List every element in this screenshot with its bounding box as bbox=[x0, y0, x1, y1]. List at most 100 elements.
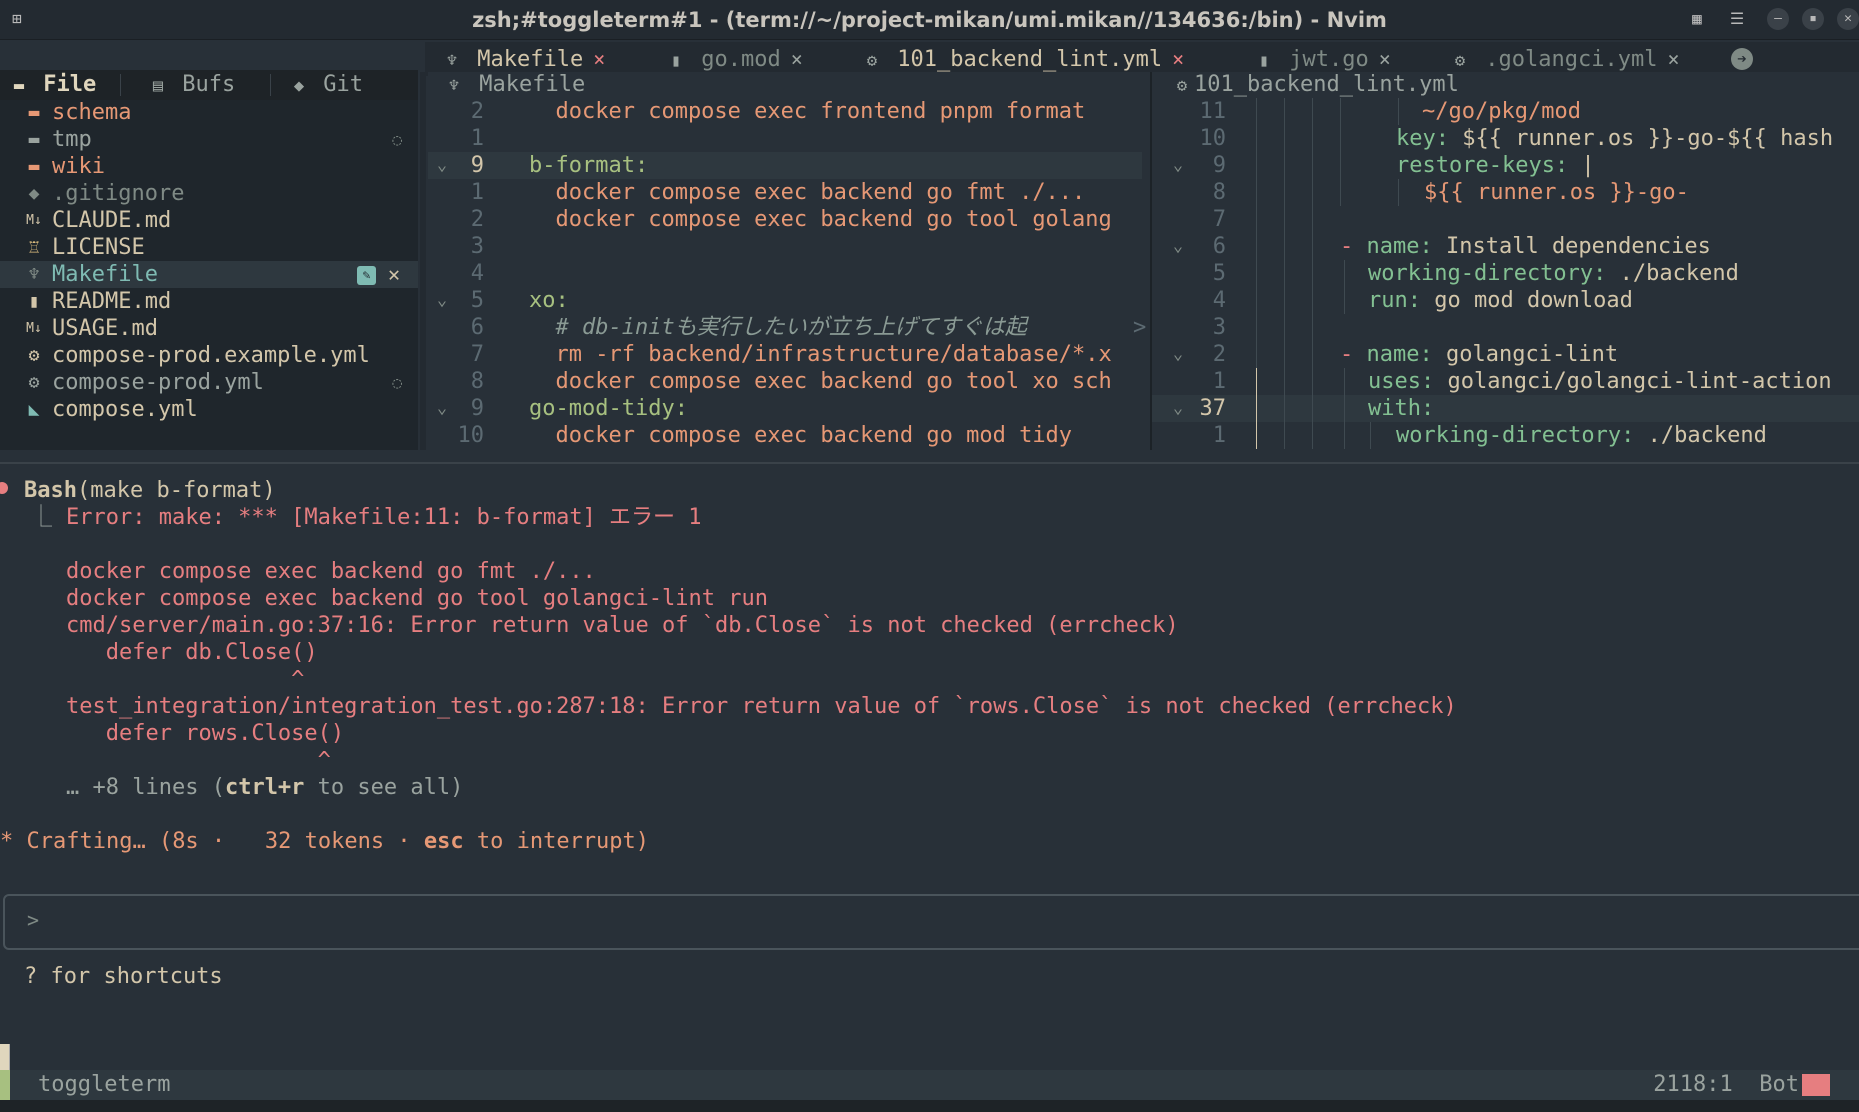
truncation-marker: > bbox=[1133, 315, 1147, 340]
editor-pane-makefile[interactable]: ♆ Makefile 2 docker compose exec fronten… bbox=[428, 72, 1150, 450]
code-line: 6 # db-initも実行したいが立ち上げてすぐは起 > bbox=[470, 315, 1147, 340]
tab-divider bbox=[270, 74, 271, 96]
fold-open-icon[interactable]: ⌄ bbox=[1168, 395, 1188, 422]
git-icon: ◆ bbox=[28, 183, 40, 204]
readme-icon: ▮ bbox=[28, 291, 40, 312]
gear-icon: ⚙ bbox=[1176, 76, 1188, 96]
output-line: test_integration/integration_test.go:287… bbox=[66, 694, 1457, 719]
collapsed-lines-hint[interactable]: … +8 lines (ctrl+r to see all) bbox=[66, 774, 463, 801]
code-line: ⌄ 9 restore-keys: | bbox=[1152, 152, 1859, 179]
file-item-tmp[interactable]: ▬ tmp ◌ bbox=[0, 126, 418, 153]
fold-open-icon[interactable]: ⌄ bbox=[1168, 233, 1188, 260]
code-line: 2 docker compose exec frontend pnpm form… bbox=[470, 99, 1086, 124]
license-icon: ♖ bbox=[28, 237, 40, 258]
minimize-icon[interactable]: – bbox=[1767, 8, 1789, 30]
buffer-icon: ▤ bbox=[152, 76, 164, 96]
file-explorer-sidebar: ▬ File ▤ Bufs ◆ Git ▬ schema ▬ tmp ◌ ▬ w… bbox=[0, 70, 418, 450]
code-line: 1 working-directory: ./backend bbox=[1212, 422, 1767, 449]
statusline-scroll-block bbox=[1802, 1074, 1830, 1096]
output-line: cmd/server/main.go:37:16: Error return v… bbox=[66, 613, 1179, 638]
file-item-compose-prod-example[interactable]: ⚙ compose-prod.example.yml bbox=[0, 342, 418, 369]
maximize-icon[interactable]: ▪ bbox=[1802, 8, 1824, 30]
window-title: zsh;#toggleterm#1 - (term://~/project-mi… bbox=[472, 8, 1387, 32]
output-line: docker compose exec backend go tool gola… bbox=[66, 586, 768, 611]
docker-icon: ◣ bbox=[28, 399, 40, 420]
output-line: defer rows.Close() bbox=[66, 721, 345, 746]
tab-makefile[interactable]: ♆ Makefile × bbox=[440, 42, 605, 76]
code-line: ⌄ 6 - name: Install dependencies bbox=[1152, 233, 1859, 260]
fold-open-icon[interactable]: ⌄ bbox=[1168, 341, 1188, 368]
output-line: ^ bbox=[66, 667, 305, 692]
sidebar-tab-file[interactable]: ▬ File bbox=[8, 70, 96, 100]
file-item-wiki[interactable]: ▬ wiki bbox=[0, 153, 418, 180]
tab-101-backend-lint[interactable]: ⚙ 101_backend_lint.yml × bbox=[860, 42, 1184, 76]
terminal-split-divider[interactable] bbox=[0, 462, 1859, 464]
tab-close-icon[interactable]: × bbox=[1379, 47, 1391, 71]
file-item-compose-prod[interactable]: ⚙ compose-prod.yml ◌ bbox=[0, 369, 418, 396]
code-line: 7 bbox=[1152, 206, 1859, 233]
statusline-position: 2118:1 Bot bbox=[1653, 1072, 1799, 1097]
git-ignored-status-icon: ◌ bbox=[392, 373, 402, 392]
code-line: 2 docker compose exec backend go tool go… bbox=[470, 207, 1112, 232]
code-line-cursor: ⌄ 9 b-format: bbox=[428, 152, 1142, 179]
file-item-makefile[interactable]: ♆ Makefile ✎ ✕ bbox=[0, 261, 418, 288]
git-icon: ◆ bbox=[293, 76, 305, 96]
sidebar-tab-git[interactable]: ◆ Git bbox=[288, 70, 363, 100]
sidebar-separator bbox=[420, 72, 426, 450]
tab-close-icon[interactable]: × bbox=[1172, 47, 1184, 71]
hamburger-menu-icon[interactable]: ☰ bbox=[1728, 10, 1746, 28]
window-titlebar: ⊞ zsh;#toggleterm#1 - (term://~/project-… bbox=[0, 0, 1859, 40]
file-item-gitignore[interactable]: ◆ .gitignore bbox=[0, 180, 418, 207]
folder-icon: ▬ bbox=[28, 156, 40, 177]
file-item-compose-yml[interactable]: ◣ compose.yml bbox=[0, 396, 418, 423]
code-line: 3 bbox=[1152, 314, 1859, 341]
code-line: ⌄ 9 go-mod-tidy: bbox=[428, 395, 1150, 422]
statusline: toggleterm 2118:1 Bot bbox=[0, 1070, 1859, 1100]
tab-golangci-yml[interactable]: ⚙ .golangci.yml × bbox=[1448, 42, 1680, 76]
output-line: ^ bbox=[66, 748, 331, 773]
sidebar-source-tabs: ▬ File ▤ Bufs ◆ Git bbox=[0, 70, 418, 100]
bottom-strip bbox=[0, 1100, 1859, 1112]
code-line: ⌄ 2 - name: golangci-lint bbox=[1152, 341, 1859, 368]
makefile-icon: ♆ bbox=[448, 76, 460, 96]
tab-close-icon[interactable]: × bbox=[791, 47, 803, 71]
mode-indicator bbox=[0, 1070, 10, 1100]
code-line: 7 rm -rf backend/infrastructure/database… bbox=[470, 342, 1112, 367]
prompt-input-box[interactable]: > bbox=[3, 894, 1859, 950]
grid-icon[interactable]: ▦ bbox=[1688, 10, 1706, 28]
folder-icon: ▬ bbox=[13, 76, 25, 96]
tab-close-icon[interactable]: × bbox=[593, 47, 605, 71]
tab-jwt-go[interactable]: ▮ jwt.go × bbox=[1252, 42, 1391, 76]
code-line: 3 bbox=[470, 234, 484, 259]
folder-icon: ▬ bbox=[28, 129, 40, 150]
winbar-makefile: ♆ Makefile bbox=[442, 72, 585, 98]
file-item-license[interactable]: ♖ LICENSE bbox=[0, 234, 418, 261]
markdown-icon: M↓ bbox=[26, 213, 42, 228]
close-window-icon[interactable]: ✕ bbox=[1837, 8, 1859, 30]
prompt-caret: > bbox=[27, 908, 40, 932]
code-line: 4 bbox=[470, 261, 484, 286]
modified-edit-icon: ✎ bbox=[357, 266, 376, 285]
statusline-filetype: toggleterm bbox=[38, 1072, 171, 1097]
fold-open-icon[interactable]: ⌄ bbox=[1168, 152, 1188, 179]
tab-close-icon[interactable]: × bbox=[1667, 47, 1679, 71]
code-line: 10 docker compose exec backend go mod ti… bbox=[457, 423, 1073, 448]
tab-scroll-right-icon[interactable]: ➔ bbox=[1731, 48, 1753, 70]
markdown-icon: M↓ bbox=[26, 321, 42, 336]
file-item-claude-md[interactable]: M↓ CLAUDE.md bbox=[0, 207, 418, 234]
file-item-schema[interactable]: ▬ schema bbox=[0, 99, 418, 126]
code-line: ⌄ 5 xo: bbox=[428, 287, 1150, 314]
editor-pane-backend-lint-yml[interactable]: ⚙ 101_backend_lint.yml 11 ~/go/pkg/mod 10… bbox=[1152, 72, 1859, 450]
code-line: 4 run: go mod download bbox=[1212, 287, 1633, 314]
file-item-usage-md[interactable]: M↓ USAGE.md bbox=[0, 315, 418, 342]
code-line: 1 bbox=[470, 126, 484, 151]
tab-go-mod[interactable]: ▮ go.mod × bbox=[664, 42, 803, 76]
output-line: defer db.Close() bbox=[66, 640, 318, 665]
spinner-star-icon: * bbox=[0, 829, 14, 854]
file-item-readme-md[interactable]: ▮ README.md bbox=[0, 288, 418, 315]
sidebar-tab-bufs[interactable]: ▤ Bufs bbox=[147, 70, 235, 100]
code-line: 8 docker compose exec backend go tool xo… bbox=[470, 369, 1112, 394]
folder-icon: ▬ bbox=[28, 102, 40, 123]
close-icon[interactable]: ✕ bbox=[388, 261, 400, 288]
code-line: 8 ${{ runner.os }}-go- bbox=[1212, 179, 1689, 206]
